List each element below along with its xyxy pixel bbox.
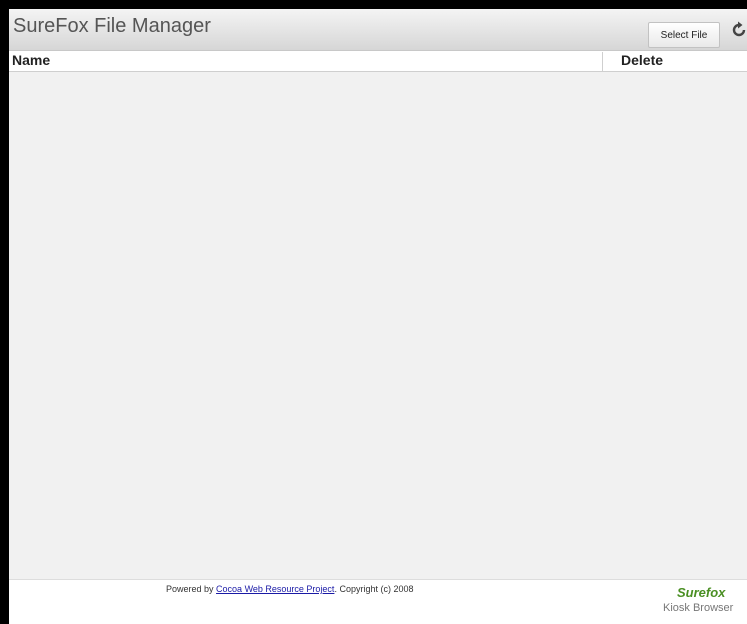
powered-prefix: Powered by bbox=[166, 584, 214, 594]
select-file-button[interactable]: Select File bbox=[648, 22, 720, 48]
powered-by-text: Powered by Cocoa Web Resource Project. C… bbox=[166, 584, 413, 594]
file-list[interactable] bbox=[9, 72, 747, 579]
header-bar: SureFox File Manager Select File bbox=[9, 9, 747, 51]
surefox-logo: Surefox bbox=[677, 585, 726, 600]
cocoa-web-resource-link[interactable]: Cocoa Web Resource Project bbox=[216, 584, 334, 594]
app-title: SureFox File Manager bbox=[13, 15, 211, 37]
app-window: SureFox File Manager Select File Name De… bbox=[0, 0, 747, 624]
copyright-text: . Copyright (c) 2008 bbox=[334, 584, 414, 594]
table-header: Name Delete bbox=[9, 51, 747, 72]
footer: Powered by Cocoa Web Resource Project. C… bbox=[9, 579, 747, 624]
column-delete-header: Delete bbox=[621, 52, 664, 68]
column-name-header[interactable]: Name bbox=[12, 52, 603, 71]
refresh-icon[interactable] bbox=[731, 21, 747, 39]
kiosk-browser-label: Kiosk Browser bbox=[663, 602, 734, 614]
